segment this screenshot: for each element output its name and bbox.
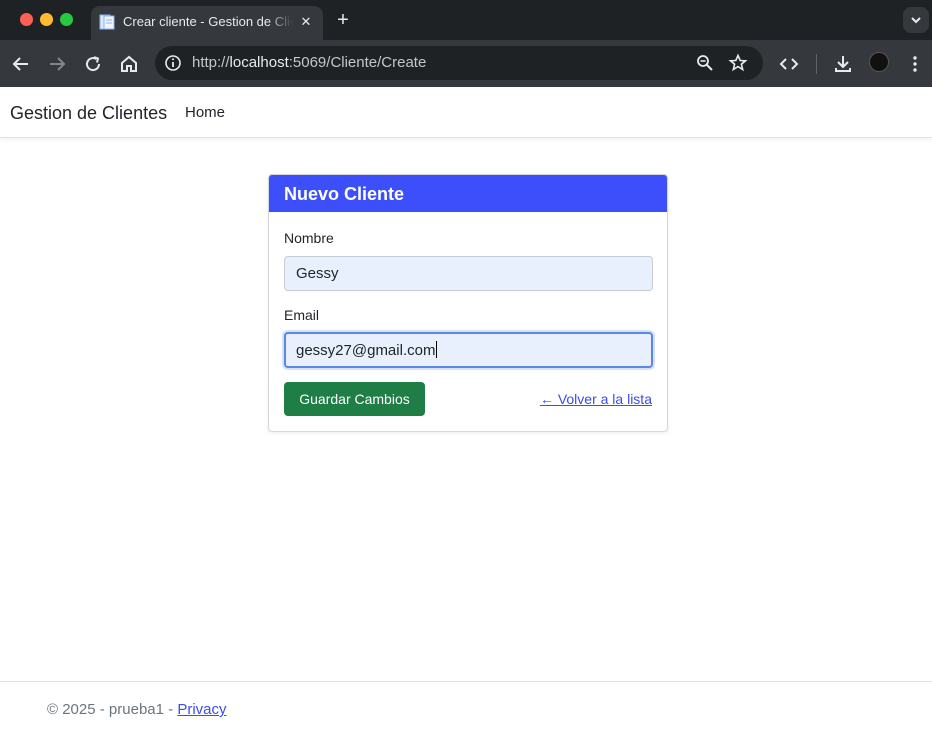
email-input-value: gessy27@gmail.com <box>296 342 436 359</box>
nombre-input[interactable]: Gessy <box>284 256 653 291</box>
tab-close-icon[interactable]: ✕ <box>297 13 315 31</box>
nombre-label: Nombre <box>284 230 334 246</box>
tab-title: Crear cliente - Gestion de Clientes <box>123 14 293 29</box>
card-title: Nuevo Cliente <box>284 184 405 204</box>
address-bar[interactable]: http://localhost:5069/Cliente/Create <box>155 46 763 80</box>
new-tab-button[interactable]: + <box>333 8 353 32</box>
back-to-list-link[interactable]: ← Volver a la lista <box>540 391 652 407</box>
create-client-card: Nuevo Cliente Nombre Gessy Email gessy27… <box>268 174 668 432</box>
browser-titlebar: Crear cliente - Gestion de Clientes ✕ + <box>0 0 932 40</box>
text-caret <box>436 341 438 358</box>
maximize-window-button[interactable] <box>60 13 73 26</box>
email-input[interactable]: gessy27@gmail.com <box>284 332 653 368</box>
download-icon[interactable] <box>831 52 855 76</box>
chevron-down-icon <box>911 17 921 24</box>
code-icon[interactable] <box>777 52 801 76</box>
url-text[interactable]: http://localhost:5069/Cliente/Create <box>192 54 426 71</box>
bookmark-star-icon[interactable] <box>728 53 748 73</box>
url-prefix: http:// <box>192 54 230 71</box>
zoom-icon[interactable] <box>695 53 715 73</box>
nav-link-home[interactable]: Home <box>185 104 225 121</box>
more-menu-icon[interactable] <box>903 52 927 76</box>
card-header: Nuevo Cliente <box>269 175 667 212</box>
nombre-input-value: Gessy <box>296 265 339 282</box>
browser-tab[interactable]: Crear cliente - Gestion de Clientes ✕ <box>91 6 323 40</box>
footer-text: © 2025 - prueba1 - Privacy <box>47 701 227 718</box>
profile-avatar[interactable] <box>869 52 889 72</box>
site-navbar: Gestion de Clientes Home <box>0 87 932 138</box>
home-icon[interactable] <box>117 52 141 76</box>
close-window-button[interactable] <box>20 13 33 26</box>
url-host: localhost <box>229 54 289 71</box>
forward-arrow-icon[interactable] <box>45 52 69 76</box>
back-arrow-icon[interactable] <box>9 52 33 76</box>
minimize-window-button[interactable] <box>40 13 53 26</box>
toolbar-separator <box>816 54 817 74</box>
tab-search-button[interactable] <box>903 7 929 33</box>
save-changes-button[interactable]: Guardar Cambios <box>284 382 425 416</box>
url-path: :5069/Cliente/Create <box>288 54 427 71</box>
site-info-icon[interactable] <box>163 53 183 73</box>
reload-icon[interactable] <box>81 52 105 76</box>
navbar-brand[interactable]: Gestion de Clientes <box>10 103 167 124</box>
privacy-link[interactable]: Privacy <box>177 701 226 718</box>
email-label: Email <box>284 307 320 323</box>
site-footer: © 2025 - prueba1 - Privacy <box>0 681 932 734</box>
browser-toolbar: http://localhost:5069/Cliente/Create <box>0 40 932 87</box>
page-favicon-icon <box>99 14 115 30</box>
footer-copyright: © 2025 - prueba1 - <box>47 701 178 718</box>
